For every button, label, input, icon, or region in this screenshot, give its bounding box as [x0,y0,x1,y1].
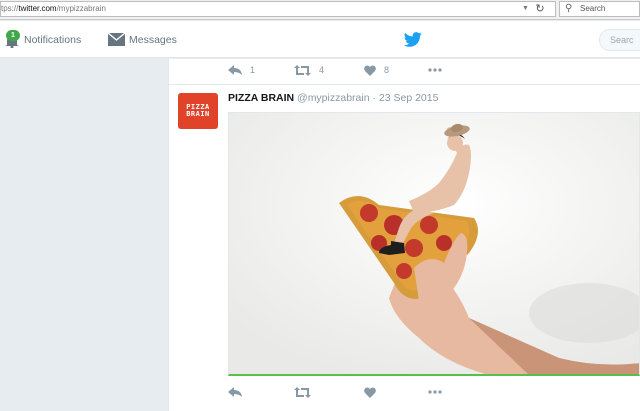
left-sidebar [0,59,168,411]
nav-messages[interactable]: Messages [108,21,177,58]
handle[interactable]: @mypizzabrain [297,92,370,104]
heart-icon [364,64,376,76]
notification-count-badge: 1 [6,30,20,41]
tweet-more-action[interactable] [428,390,442,394]
reply-icon [228,387,242,397]
reply-count: 1 [250,65,256,75]
top-nav: Notifications 1 Messages [0,21,640,58]
date-separator: · [372,92,376,104]
retweet-count: 4 [319,65,325,75]
reply-action[interactable]: 1 [228,65,294,75]
address-bar[interactable]: tps://twitter.com/mypizzabrain [0,1,556,17]
url-path: /mypizzabrain [56,4,106,13]
pizza-person-photo [229,113,639,374]
heart-icon [364,386,376,398]
dropdown-arrow-icon[interactable]: ▼ [522,3,530,15]
browser-toolbar: tps://twitter.com/mypizzabrain ▼ ↻ ⚲ Sea… [0,0,640,20]
avatar-text-line2: BRAIN [186,110,210,118]
more-dots-icon [428,68,442,72]
url-prefix: tps:// [1,4,19,13]
retweet-icon [294,64,311,76]
retweet-action[interactable]: 4 [294,64,364,76]
tweet-date[interactable]: 23 Sep 2015 [379,92,439,104]
browser-search-box[interactable]: ⚲ Search [559,1,640,17]
tweet-divider [168,84,640,85]
retweet-icon [294,386,311,398]
previous-tweet-actions: 1 4 8 [228,62,442,78]
messages-label: Messages [129,33,177,46]
url-domain: twitter.com [18,4,57,13]
more-dots-icon [428,390,442,394]
like-action[interactable]: 8 [364,64,428,76]
like-count: 8 [384,65,390,75]
tweet-reply-action[interactable] [228,387,294,397]
reply-icon [228,65,242,75]
more-action[interactable] [428,68,442,72]
avatar[interactable]: PIZZA BRAIN [178,93,218,129]
envelope-icon [108,33,125,46]
tweet-media-photo[interactable] [228,112,640,376]
tweet-like-action[interactable] [364,386,428,398]
reload-icon[interactable]: ↻ [530,3,550,15]
tweet-header: PIZZA BRAIN @mypizzabrain · 23 Sep 2015 [228,92,438,104]
magnifier-icon: ⚲ [565,3,573,14]
tweet-retweet-action[interactable] [294,386,364,398]
twitter-bird-icon[interactable] [403,32,423,48]
twitter-search-input[interactable]: Searc [599,29,640,51]
browser-search-placeholder: Search [580,4,606,13]
tweet-actions [228,384,442,400]
notifications-label: Notifications [24,33,82,46]
display-name[interactable]: PIZZA BRAIN [228,92,294,104]
